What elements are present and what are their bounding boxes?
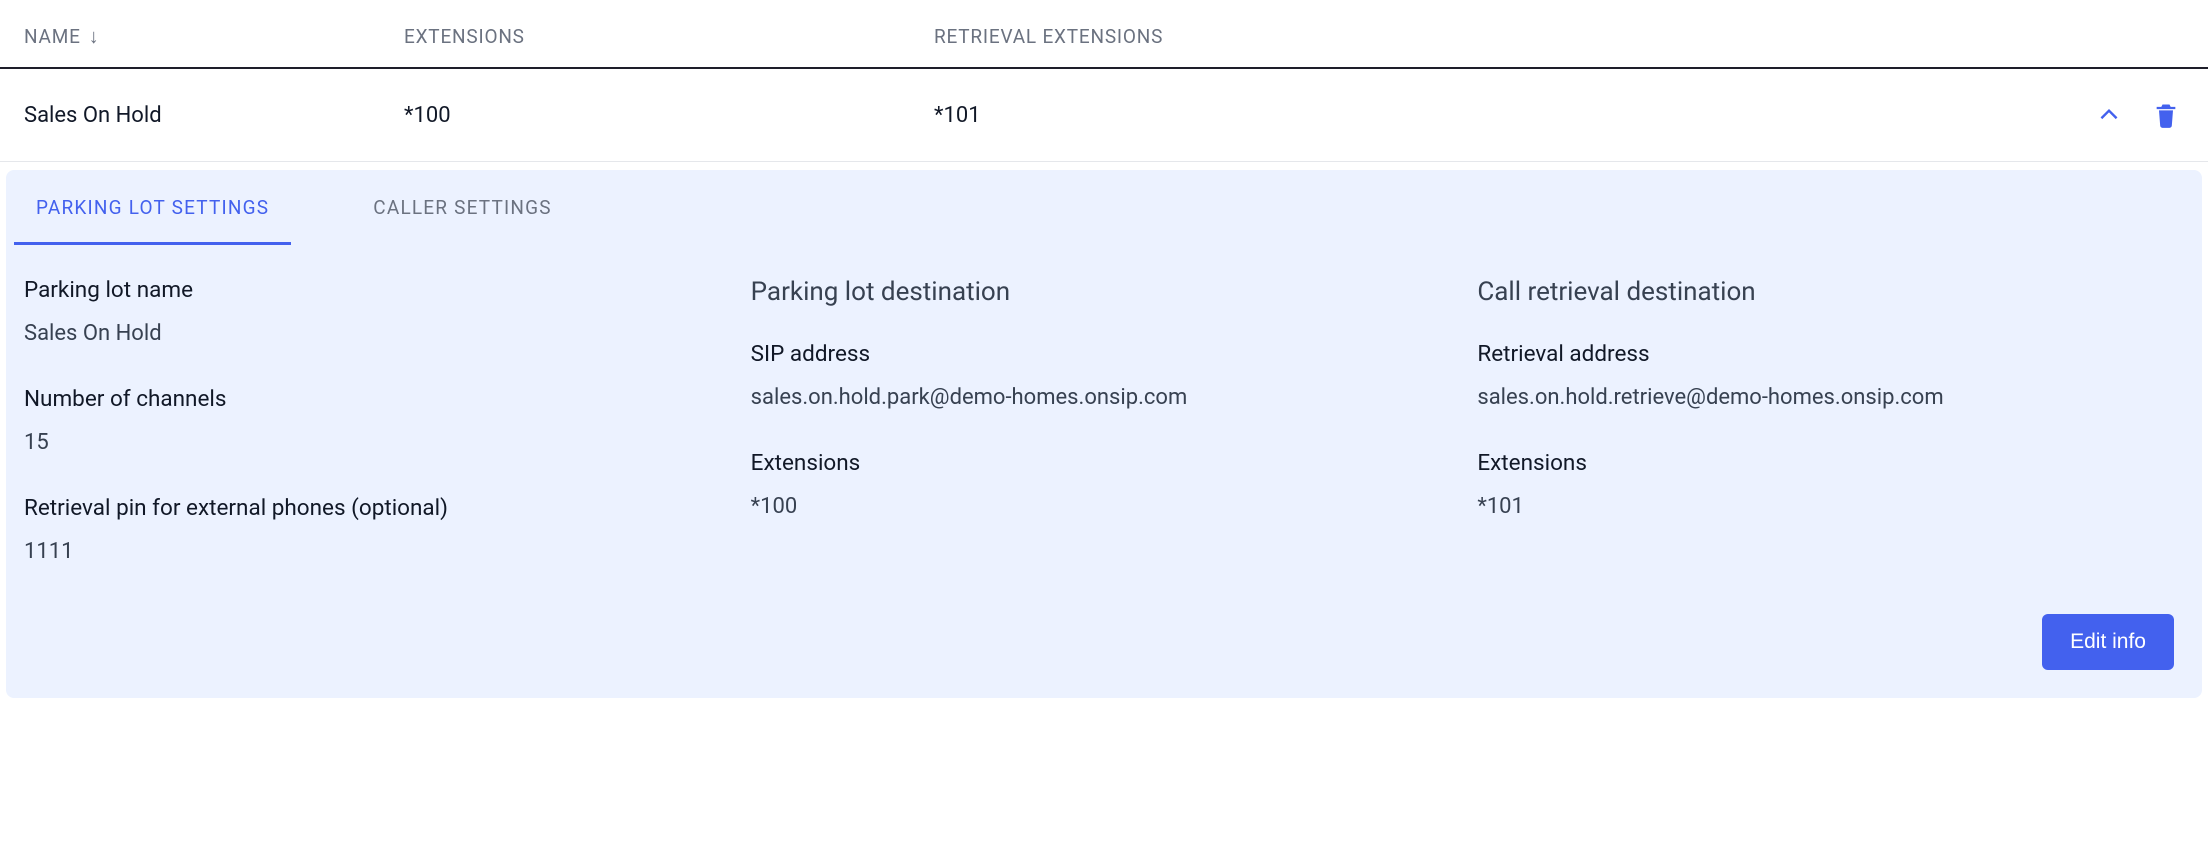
sip-address-label: SIP address — [751, 341, 1458, 367]
sip-address-value: sales.on.hold.park@demo-homes.onsip.com — [751, 385, 1458, 410]
column-header-retrieval-label: RETRIEVAL EXTENSIONS — [934, 25, 1163, 48]
tab-caller-settings[interactable]: CALLER SETTINGS — [351, 170, 573, 245]
collapse-row-button[interactable] — [2092, 98, 2126, 132]
detail-column-retrieval: Call retrieval destination Retrieval add… — [1477, 277, 2184, 604]
cell-extensions: *100 — [404, 103, 934, 128]
trash-icon — [2152, 101, 2180, 129]
parking-lots-table: NAME ↓ EXTENSIONS RETRIEVAL EXTENSIONS S… — [0, 0, 2208, 698]
detail-tabs: PARKING LOT SETTINGS CALLER SETTINGS — [6, 170, 2202, 245]
column-header-retrieval-extensions[interactable]: RETRIEVAL EXTENSIONS — [934, 24, 2074, 49]
detail-body: Parking lot name Sales On Hold Number of… — [6, 245, 2202, 614]
delete-row-button[interactable] — [2148, 97, 2184, 133]
channels-label: Number of channels — [24, 386, 731, 412]
retrieval-extensions-value: *101 — [1477, 494, 2184, 519]
retrieval-pin-value: 1111 — [24, 539, 731, 564]
destination-extensions-label: Extensions — [751, 450, 1458, 476]
retrieval-address-value: sales.on.hold.retrieve@demo-homes.onsip.… — [1477, 385, 2184, 410]
column-header-extensions-label: EXTENSIONS — [404, 25, 525, 48]
detail-column-destination: Parking lot destination SIP address sale… — [751, 277, 1458, 604]
retrieval-pin-label: Retrieval pin for external phones (optio… — [24, 495, 731, 521]
retrieval-destination-heading: Call retrieval destination — [1477, 277, 2184, 307]
tab-parking-lot-settings[interactable]: PARKING LOT SETTINGS — [14, 170, 291, 245]
parking-lot-name-value: Sales On Hold — [24, 321, 731, 346]
parking-destination-heading: Parking lot destination — [751, 277, 1458, 307]
retrieval-address-label: Retrieval address — [1477, 341, 2184, 367]
sort-descending-icon: ↓ — [89, 24, 100, 49]
column-header-extensions[interactable]: EXTENSIONS — [404, 24, 934, 49]
column-header-name-label: NAME — [24, 25, 81, 48]
cell-retrieval-extensions: *101 — [934, 103, 2074, 128]
row-detail-panel: PARKING LOT SETTINGS CALLER SETTINGS Par… — [6, 170, 2202, 698]
cell-name: Sales On Hold — [24, 103, 404, 128]
parking-lot-name-label: Parking lot name — [24, 277, 731, 303]
retrieval-extensions-label: Extensions — [1477, 450, 2184, 476]
destination-extensions-value: *100 — [751, 494, 1458, 519]
detail-column-general: Parking lot name Sales On Hold Number of… — [24, 277, 731, 604]
edit-info-button[interactable]: Edit info — [2042, 614, 2174, 670]
table-row[interactable]: Sales On Hold *100 *101 — [0, 69, 2208, 162]
column-header-name[interactable]: NAME ↓ — [24, 24, 404, 49]
chevron-up-icon — [2096, 102, 2122, 128]
channels-value: 15 — [24, 430, 731, 455]
table-header: NAME ↓ EXTENSIONS RETRIEVAL EXTENSIONS — [0, 0, 2208, 69]
